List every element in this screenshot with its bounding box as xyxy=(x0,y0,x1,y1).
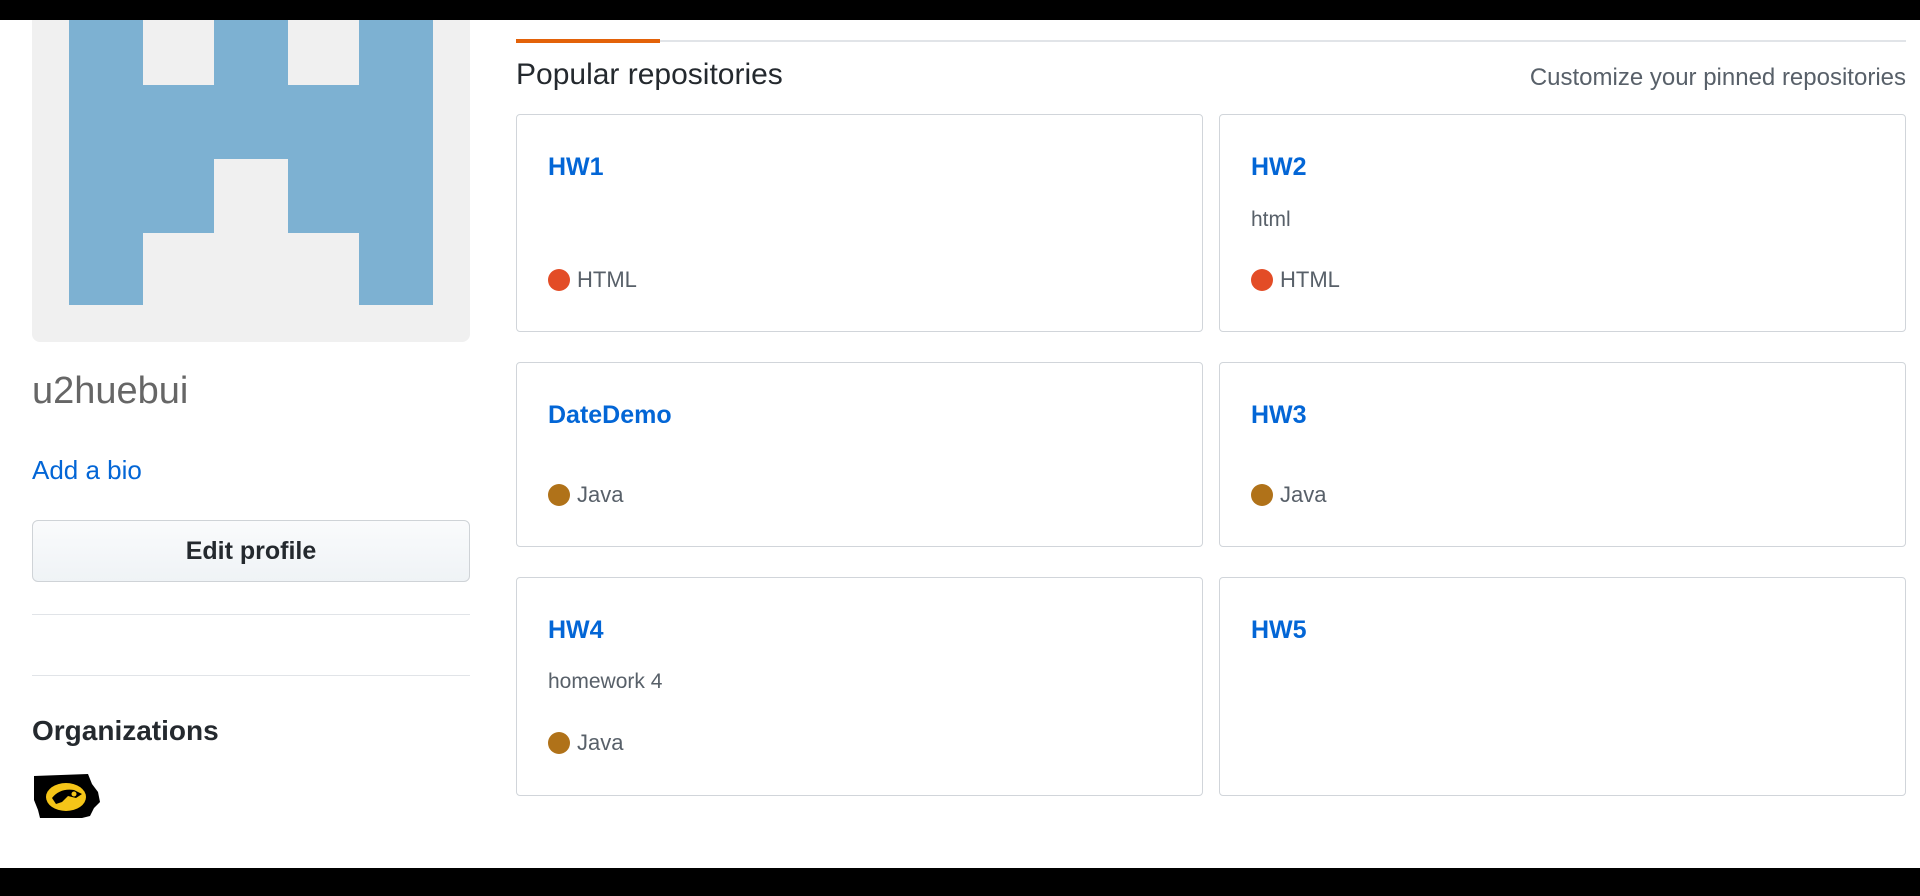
repo-language: Java xyxy=(1251,482,1326,508)
repo-card: HW2 html HTML xyxy=(1219,114,1906,332)
repo-language: HTML xyxy=(548,267,637,293)
repo-name-link[interactable]: HW4 xyxy=(548,616,604,645)
customize-pinned-link[interactable]: Customize your pinned repositories xyxy=(1530,64,1906,92)
repo-card: HW1 HTML xyxy=(516,114,1203,332)
tab-underline xyxy=(516,40,1906,42)
language-label: Java xyxy=(577,482,624,507)
organization-hawkeye-icon[interactable] xyxy=(32,772,102,820)
repo-name-link[interactable]: HW3 xyxy=(1251,401,1307,430)
language-color-dot xyxy=(548,484,570,506)
profile-avatar[interactable] xyxy=(32,20,470,342)
language-color-dot xyxy=(548,269,570,291)
edit-profile-button[interactable]: Edit profile xyxy=(32,520,470,582)
organizations-heading: Organizations xyxy=(32,715,219,746)
language-color-dot xyxy=(1251,484,1273,506)
tab-underline-active xyxy=(516,39,660,43)
language-color-dot xyxy=(1251,269,1273,291)
letterbox-bottom xyxy=(0,868,1920,896)
sidebar-divider xyxy=(32,675,470,676)
repo-name-link[interactable]: DateDemo xyxy=(548,401,672,430)
repo-card: DateDemo Java xyxy=(516,362,1203,547)
profile-page: u2huebui Add a bio Edit profile Organiza… xyxy=(0,20,1920,868)
letterbox-top xyxy=(0,0,1920,20)
repo-description: html xyxy=(1251,208,1291,231)
repo-card: HW5 xyxy=(1219,577,1906,796)
repo-name-link[interactable]: HW2 xyxy=(1251,153,1307,182)
repo-language: HTML xyxy=(1251,267,1340,293)
language-label: HTML xyxy=(1280,267,1340,292)
add-bio-link[interactable]: Add a bio xyxy=(32,455,142,486)
language-label: HTML xyxy=(577,267,637,292)
language-label: Java xyxy=(577,730,624,755)
language-label: Java xyxy=(1280,482,1327,507)
repo-card: HW4 homework 4 Java xyxy=(516,577,1203,796)
repo-card: HW3 Java xyxy=(1219,362,1906,547)
repo-name-link[interactable]: HW1 xyxy=(548,153,604,182)
repo-description: homework 4 xyxy=(548,670,663,693)
section-title: Popular repositories xyxy=(516,58,783,91)
repo-language: Java xyxy=(548,730,623,756)
repo-name-link[interactable]: HW5 xyxy=(1251,616,1307,645)
identicon-image xyxy=(69,20,433,305)
profile-username: u2huebui xyxy=(32,370,189,412)
sidebar-divider xyxy=(32,614,470,615)
language-color-dot xyxy=(548,732,570,754)
repo-language: Java xyxy=(548,482,623,508)
